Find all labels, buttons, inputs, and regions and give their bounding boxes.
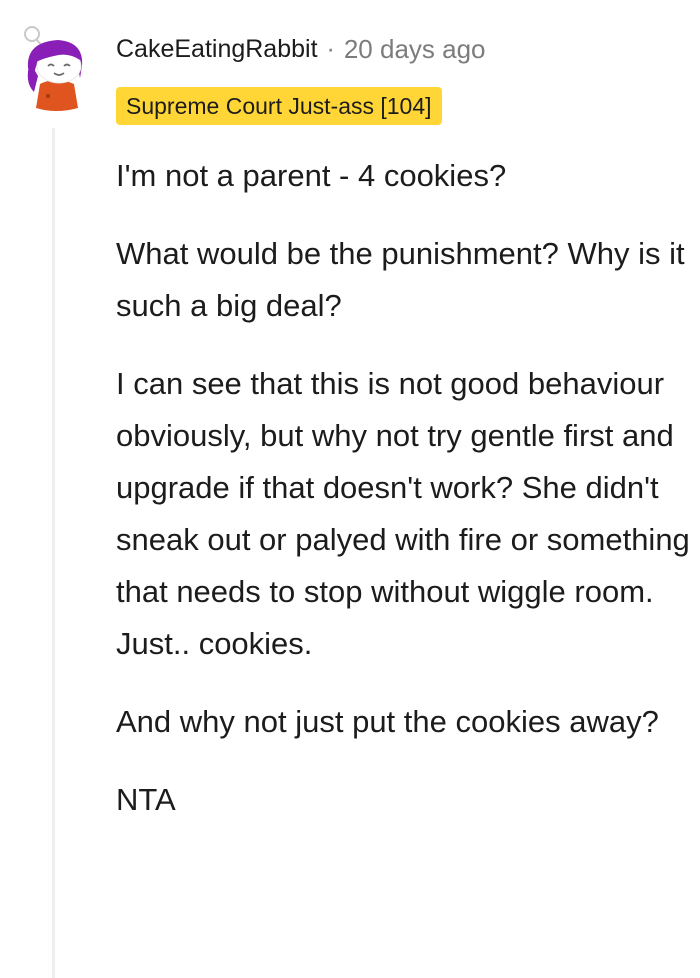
comment-paragraph: I'm not a parent - 4 cookies? [116, 158, 507, 193]
comment-body: I'm not a parent - 4 cookies? What would… [116, 150, 700, 852]
user-avatar-icon[interactable] [20, 22, 92, 114]
comment-paragraph: And why not just put the cookies away? [116, 704, 659, 739]
user-flair-badge: Supreme Court Just-ass [104] [116, 87, 442, 125]
comment-paragraph: NTA [116, 782, 176, 817]
comment-paragraph: What would be the punishment? Why is it … [116, 236, 685, 323]
username-link[interactable]: CakeEatingRabbit [116, 35, 318, 64]
comment-paragraph: I can see that this is not good behaviou… [116, 366, 690, 661]
comment-timestamp[interactable]: 20 days ago [344, 34, 486, 65]
comment-header: CakeEatingRabbit · 20 days ago [116, 34, 486, 65]
thread-line[interactable] [52, 128, 55, 978]
separator-dot: · [326, 35, 335, 63]
